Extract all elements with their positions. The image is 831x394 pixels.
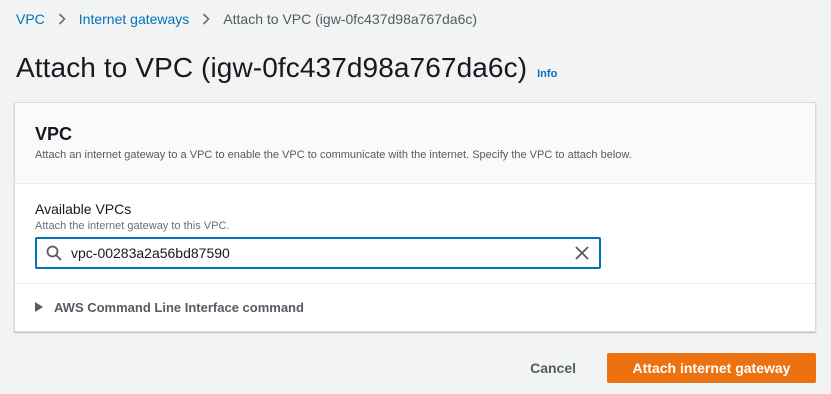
page-header: Attach to VPC (igw-0fc437d98a767da6c) In… (16, 52, 557, 84)
search-icon (45, 244, 63, 262)
page-title: Attach to VPC (igw-0fc437d98a767da6c) (16, 52, 528, 83)
panel-title: VPC (35, 124, 73, 144)
vpc-search-box (35, 237, 601, 269)
available-vpcs-label: Available VPCs (35, 201, 132, 217)
cli-command-label: AWS Command Line Interface command (54, 299, 304, 315)
form-actions: Cancel Attach internet gateway (514, 353, 816, 383)
breadcrumb-current: Attach to VPC (igw-0fc437d98a767da6c) (223, 11, 478, 27)
available-vpcs-hint: Attach the internet gateway to this VPC. (35, 220, 230, 232)
panel-header: VPC Attach an internet gateway to a VPC … (15, 103, 815, 184)
breadcrumb: VPC Internet gateways Attach to VPC (igw… (16, 10, 477, 28)
caret-right-icon (35, 302, 45, 312)
cancel-button[interactable]: Cancel (514, 353, 592, 383)
chevron-right-icon (58, 13, 66, 25)
breadcrumb-vpc-link[interactable]: VPC (16, 10, 45, 28)
info-link[interactable]: Info (537, 68, 557, 80)
panel-description: Attach an internet gateway to a VPC to e… (35, 149, 632, 161)
attach-internet-gateway-button[interactable]: Attach internet gateway (607, 353, 816, 383)
chevron-right-icon (202, 13, 210, 25)
vpc-panel: VPC Attach an internet gateway to a VPC … (14, 102, 816, 332)
vpc-search-input[interactable] (71, 245, 573, 261)
breadcrumb-internet-gateways-link[interactable]: Internet gateways (79, 10, 190, 28)
panel-body: Available VPCs Attach the internet gatew… (15, 184, 815, 284)
cli-command-expander[interactable]: AWS Command Line Interface command (15, 284, 815, 330)
clear-icon[interactable] (573, 244, 591, 262)
